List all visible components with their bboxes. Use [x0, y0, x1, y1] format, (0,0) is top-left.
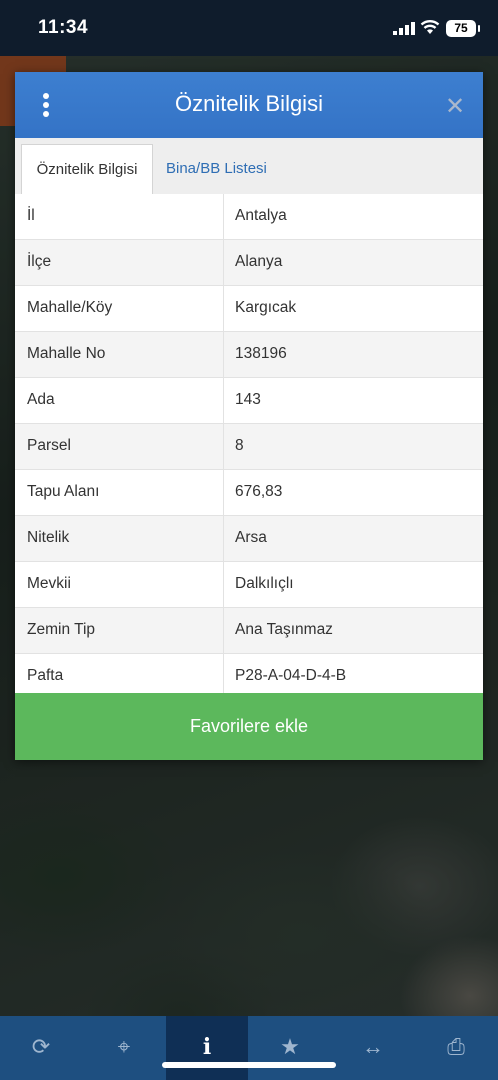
table-row: Mahalle No 138196: [15, 332, 483, 378]
row-value: 8: [235, 437, 244, 454]
attribute-table: İl Antalya İlçe Alanya Mahalle/Köy Kargıcak…: [15, 194, 483, 700]
row-key: Ada: [27, 391, 55, 408]
info-icon[interactable]: i: [166, 1016, 248, 1080]
row-value: Dalkılıçlı: [235, 575, 294, 592]
row-value: Kargıcak: [235, 299, 297, 316]
table-row: Tapu Alanı 676,83: [15, 470, 483, 516]
row-value: 138196: [235, 345, 287, 362]
row-key: Mahalle/Köy: [27, 299, 113, 316]
status-bar: 11:34 75: [0, 0, 498, 56]
row-value: 676,83: [235, 483, 283, 500]
row-key: Tapu Alanı: [27, 483, 100, 500]
refresh-icon[interactable]: ⟳: [0, 1016, 82, 1080]
row-value: Arsa: [235, 529, 267, 546]
row-key: Mevkii: [27, 575, 71, 592]
close-icon[interactable]: ✕: [445, 92, 465, 121]
tab-bar: Öznitelik Bilgisi Bina/BB Listesi: [15, 138, 483, 195]
row-value: P28-A-04-D-4-B: [235, 667, 347, 684]
row-value: 143: [235, 391, 261, 408]
tab-building-list[interactable]: Bina/BB Listesi: [166, 144, 267, 194]
table-row: Mahalle/Köy Kargıcak: [15, 286, 483, 332]
row-key: Nitelik: [27, 529, 70, 546]
table-row: Ada 143: [15, 378, 483, 424]
battery-indicator: 75: [446, 20, 480, 37]
tab-attribute-info[interactable]: Öznitelik Bilgisi: [21, 144, 153, 195]
table-row: Mevkii Dalkılıçlı: [15, 562, 483, 608]
row-value: Alanya: [235, 253, 283, 270]
print-icon[interactable]: ⎙: [415, 1016, 497, 1080]
row-key: Mahalle No: [27, 345, 106, 362]
row-key: İlçe: [27, 253, 52, 270]
row-key: Zemin Tip: [27, 621, 96, 638]
bottom-toolbar: ⟳ ⌖ i ★ ↔ ⎙: [0, 1016, 498, 1080]
status-time: 11:34: [38, 17, 89, 38]
signal-icon: [393, 22, 415, 35]
crosshair-icon[interactable]: ⌖: [83, 1016, 165, 1080]
row-key: İl: [27, 207, 35, 224]
table-row: Nitelik Arsa: [15, 516, 483, 562]
row-key: Parsel: [27, 437, 71, 454]
attribute-modal: Öznitelik Bilgisi ✕ Öznitelik Bilgisi Bi…: [15, 72, 483, 760]
table-row: Parsel 8: [15, 424, 483, 470]
table-row: İlçe Alanya: [15, 240, 483, 286]
row-value: Antalya: [235, 207, 287, 224]
home-indicator[interactable]: [162, 1062, 336, 1068]
modal-title: Öznitelik Bilgisi: [175, 91, 323, 116]
row-value: Ana Taşınmaz: [235, 621, 333, 638]
row-key: Pafta: [27, 667, 64, 684]
add-to-favorites-button[interactable]: Favorilere ekle: [15, 693, 483, 760]
table-row: İl Antalya: [15, 194, 483, 240]
star-icon[interactable]: ★: [249, 1016, 331, 1080]
wifi-icon: [420, 20, 440, 34]
measure-icon[interactable]: ↔: [332, 1016, 414, 1080]
modal-header: Öznitelik Bilgisi ✕: [15, 72, 483, 138]
table-row: Zemin Tip Ana Taşınmaz: [15, 608, 483, 654]
